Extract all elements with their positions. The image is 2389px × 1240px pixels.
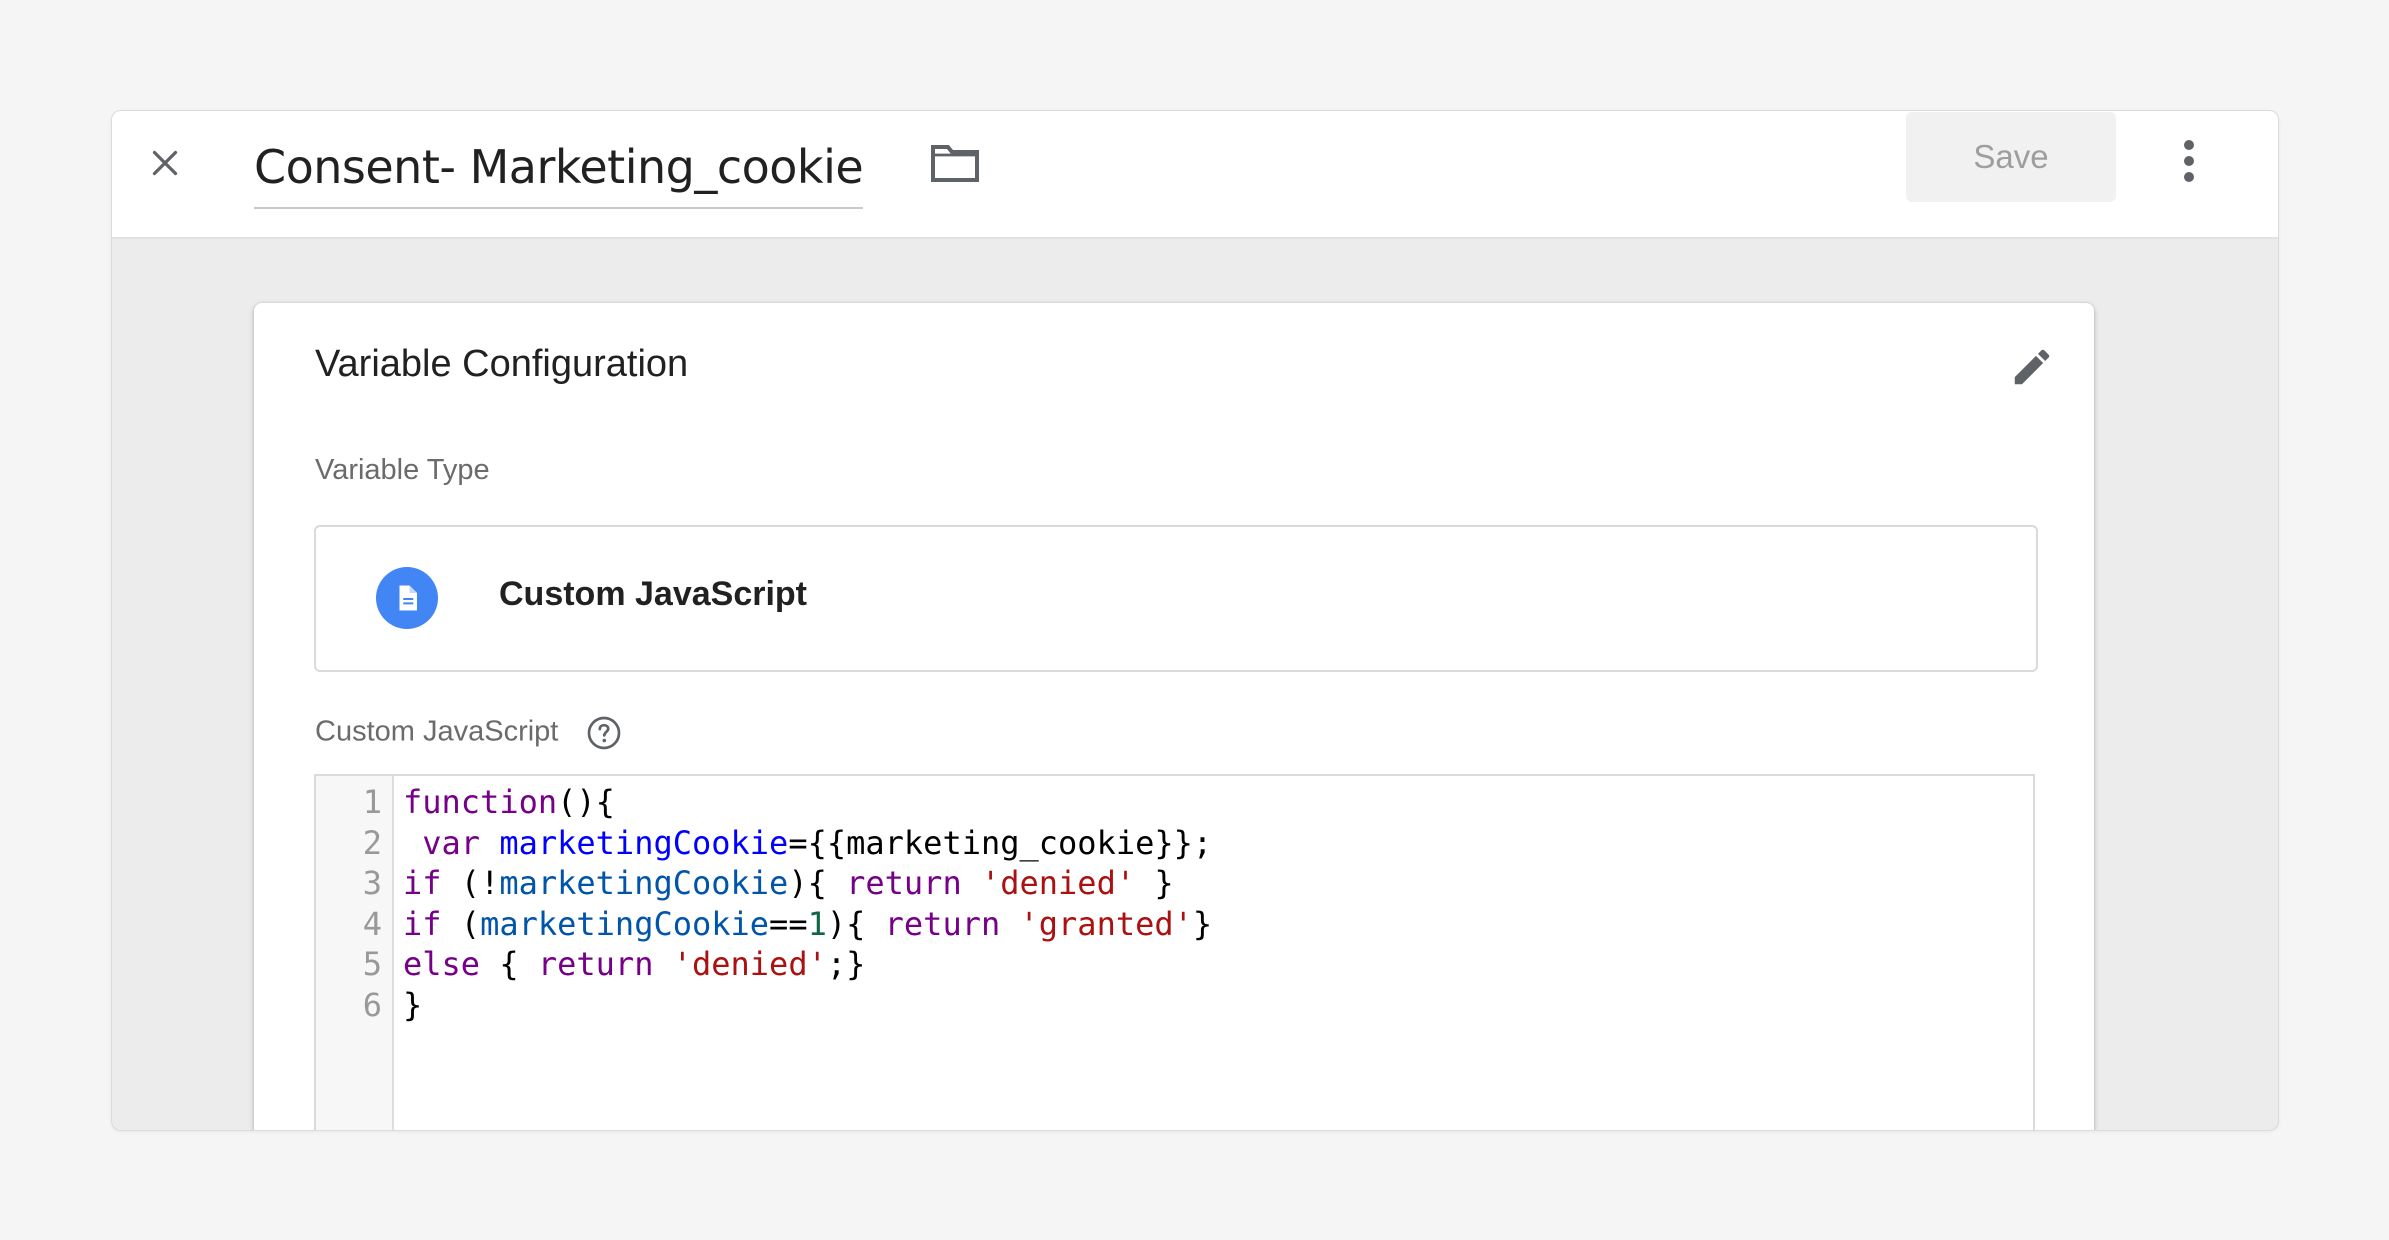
variable-editor-window: Consent- Marketing_cookie Save Variable … [111,110,2279,1131]
custom-javascript-label: Custom JavaScript [315,715,559,748]
code-token: 'denied' [672,945,827,984]
help-icon[interactable] [586,715,622,751]
variable-type-selector[interactable]: Custom JavaScript [314,525,2038,672]
code-token: ){ [788,864,847,903]
variable-type-name: Custom JavaScript [499,575,807,613]
code-token: } [1135,864,1174,903]
code-line[interactable]: } [403,985,422,1026]
code-token: } [1192,904,1213,943]
line-number: 2 [362,823,382,862]
code-token: ( [441,904,481,943]
variable-configuration-card[interactable]: Variable Configuration Variable Type Cus… [254,303,2094,1130]
code-token: == [769,904,808,943]
code-line[interactable]: else { return 'denied';} [403,944,865,985]
document-icon [399,585,417,611]
code-token: if [403,904,442,943]
type-icon-badge [376,567,438,629]
code-token: return [537,945,654,984]
card-title: Variable Configuration [315,343,689,385]
edit-button[interactable] [2002,337,2062,397]
code-token: 'granted' [1019,904,1193,943]
code-line[interactable]: if (marketingCookie==1){ return 'granted… [403,904,1212,945]
custom-javascript-label-row: Custom JavaScript [315,715,622,751]
save-button[interactable]: Save [1906,112,2116,202]
code-token: return [884,904,1001,943]
code-token: 'denied' [980,864,1136,903]
variable-name[interactable]: Consent- Marketing_cookie [254,140,864,194]
code-token: marketingCookie [499,823,789,862]
code-line[interactable]: function(){ [403,782,615,823]
code-token: marketingCookie [480,904,770,943]
code-token: } [403,986,423,1024]
code-token: ={{marketing_cookie}}; [788,823,1213,862]
title-field[interactable]: Consent- Marketing_cookie [254,127,864,209]
code-token: (! [441,864,500,903]
code-token: { [480,945,538,984]
code-token: function [403,783,558,821]
code-token: ;} [826,945,866,984]
close-icon [152,150,178,176]
code-line[interactable]: var marketingCookie={{marketing_cookie}}… [403,823,1212,864]
editor-header: Consent- Marketing_cookie Save [112,111,2278,239]
code-token: var [422,823,481,862]
pencil-icon [2014,349,2050,385]
line-number: 4 [362,904,382,943]
line-number: 3 [362,864,382,903]
code-token: else [403,945,481,984]
code-token: (){ [557,783,615,821]
code-token: ){ [826,904,885,943]
folder-icon [931,145,979,182]
code-line[interactable]: if (!marketingCookie){ return 'denied' } [403,863,1174,904]
line-number: 6 [362,986,382,1024]
code-token: return [846,864,962,903]
code-token: if [403,864,442,903]
code-token: marketingCookie [499,864,789,903]
close-button[interactable] [140,138,190,188]
line-number: 5 [362,945,382,984]
code-editor[interactable]: 1 function(){2 var marketingCookie={{mark… [314,774,2035,1130]
code-token: 1 [807,904,827,943]
line-number: 1 [362,783,382,821]
folder-button[interactable] [926,138,984,188]
variable-type-label: Variable Type [315,454,490,486]
more-vert-icon [2184,140,2194,182]
more-options-button[interactable] [2166,131,2212,191]
